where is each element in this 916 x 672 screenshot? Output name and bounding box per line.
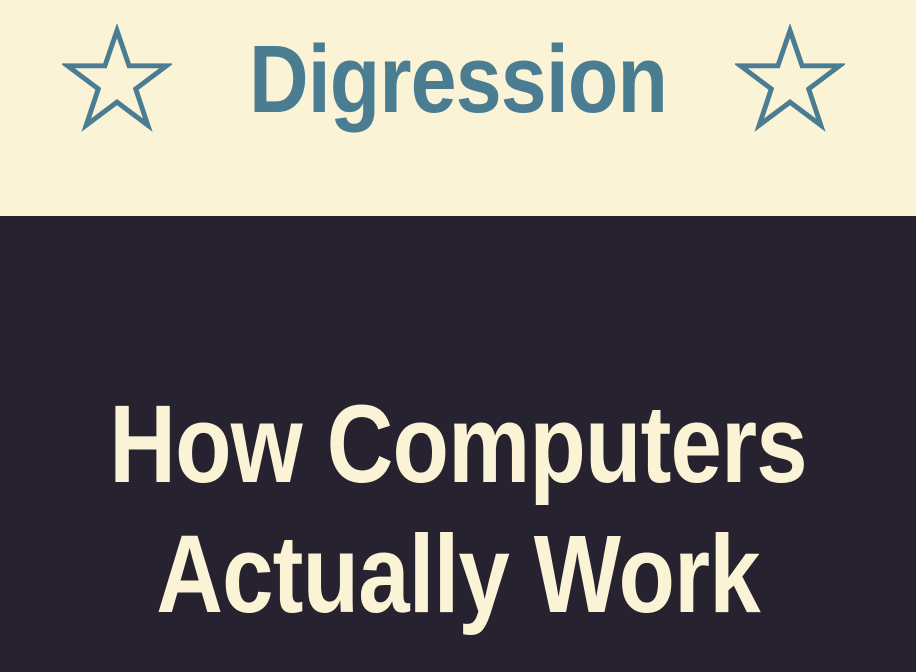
section-title: Digression [248, 26, 668, 133]
section-header: Digression [0, 10, 916, 150]
slide-title: How Computers Actually Work [0, 380, 916, 640]
star-outline-icon [62, 24, 172, 134]
slide-title-line-2: Actually Work [156, 513, 760, 636]
star-outline-icon [735, 24, 845, 134]
slide-title-line-1: How Computers [109, 383, 807, 506]
